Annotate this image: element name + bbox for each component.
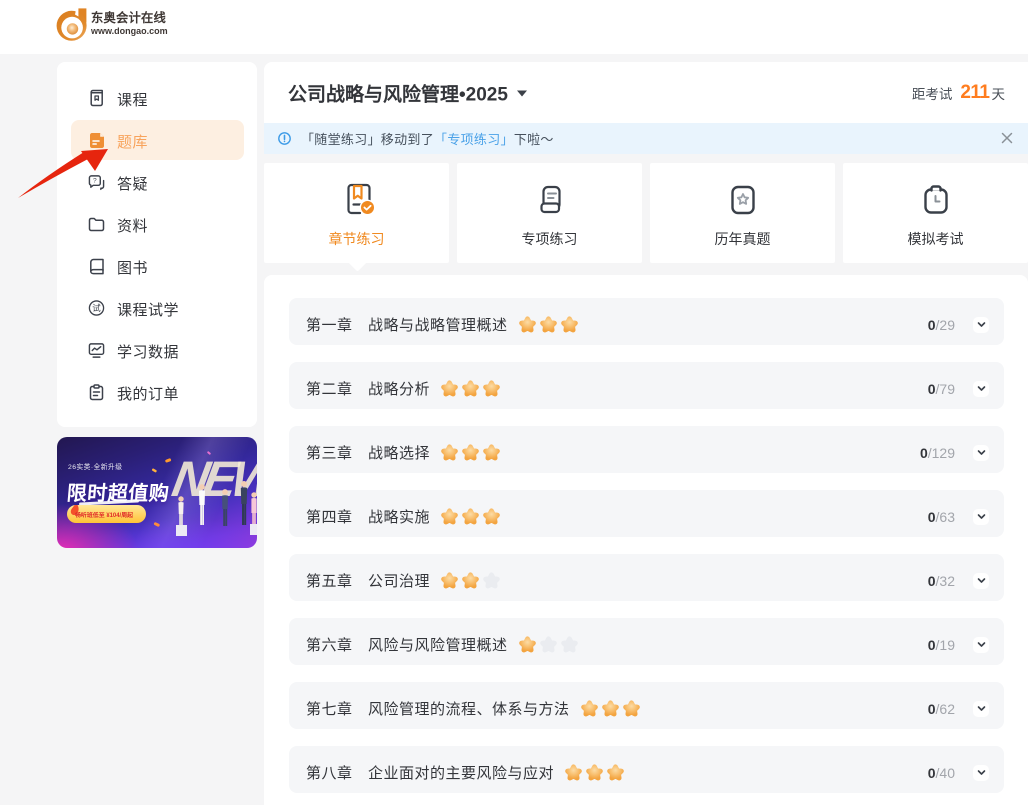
svg-text:试: 试 — [92, 303, 101, 313]
